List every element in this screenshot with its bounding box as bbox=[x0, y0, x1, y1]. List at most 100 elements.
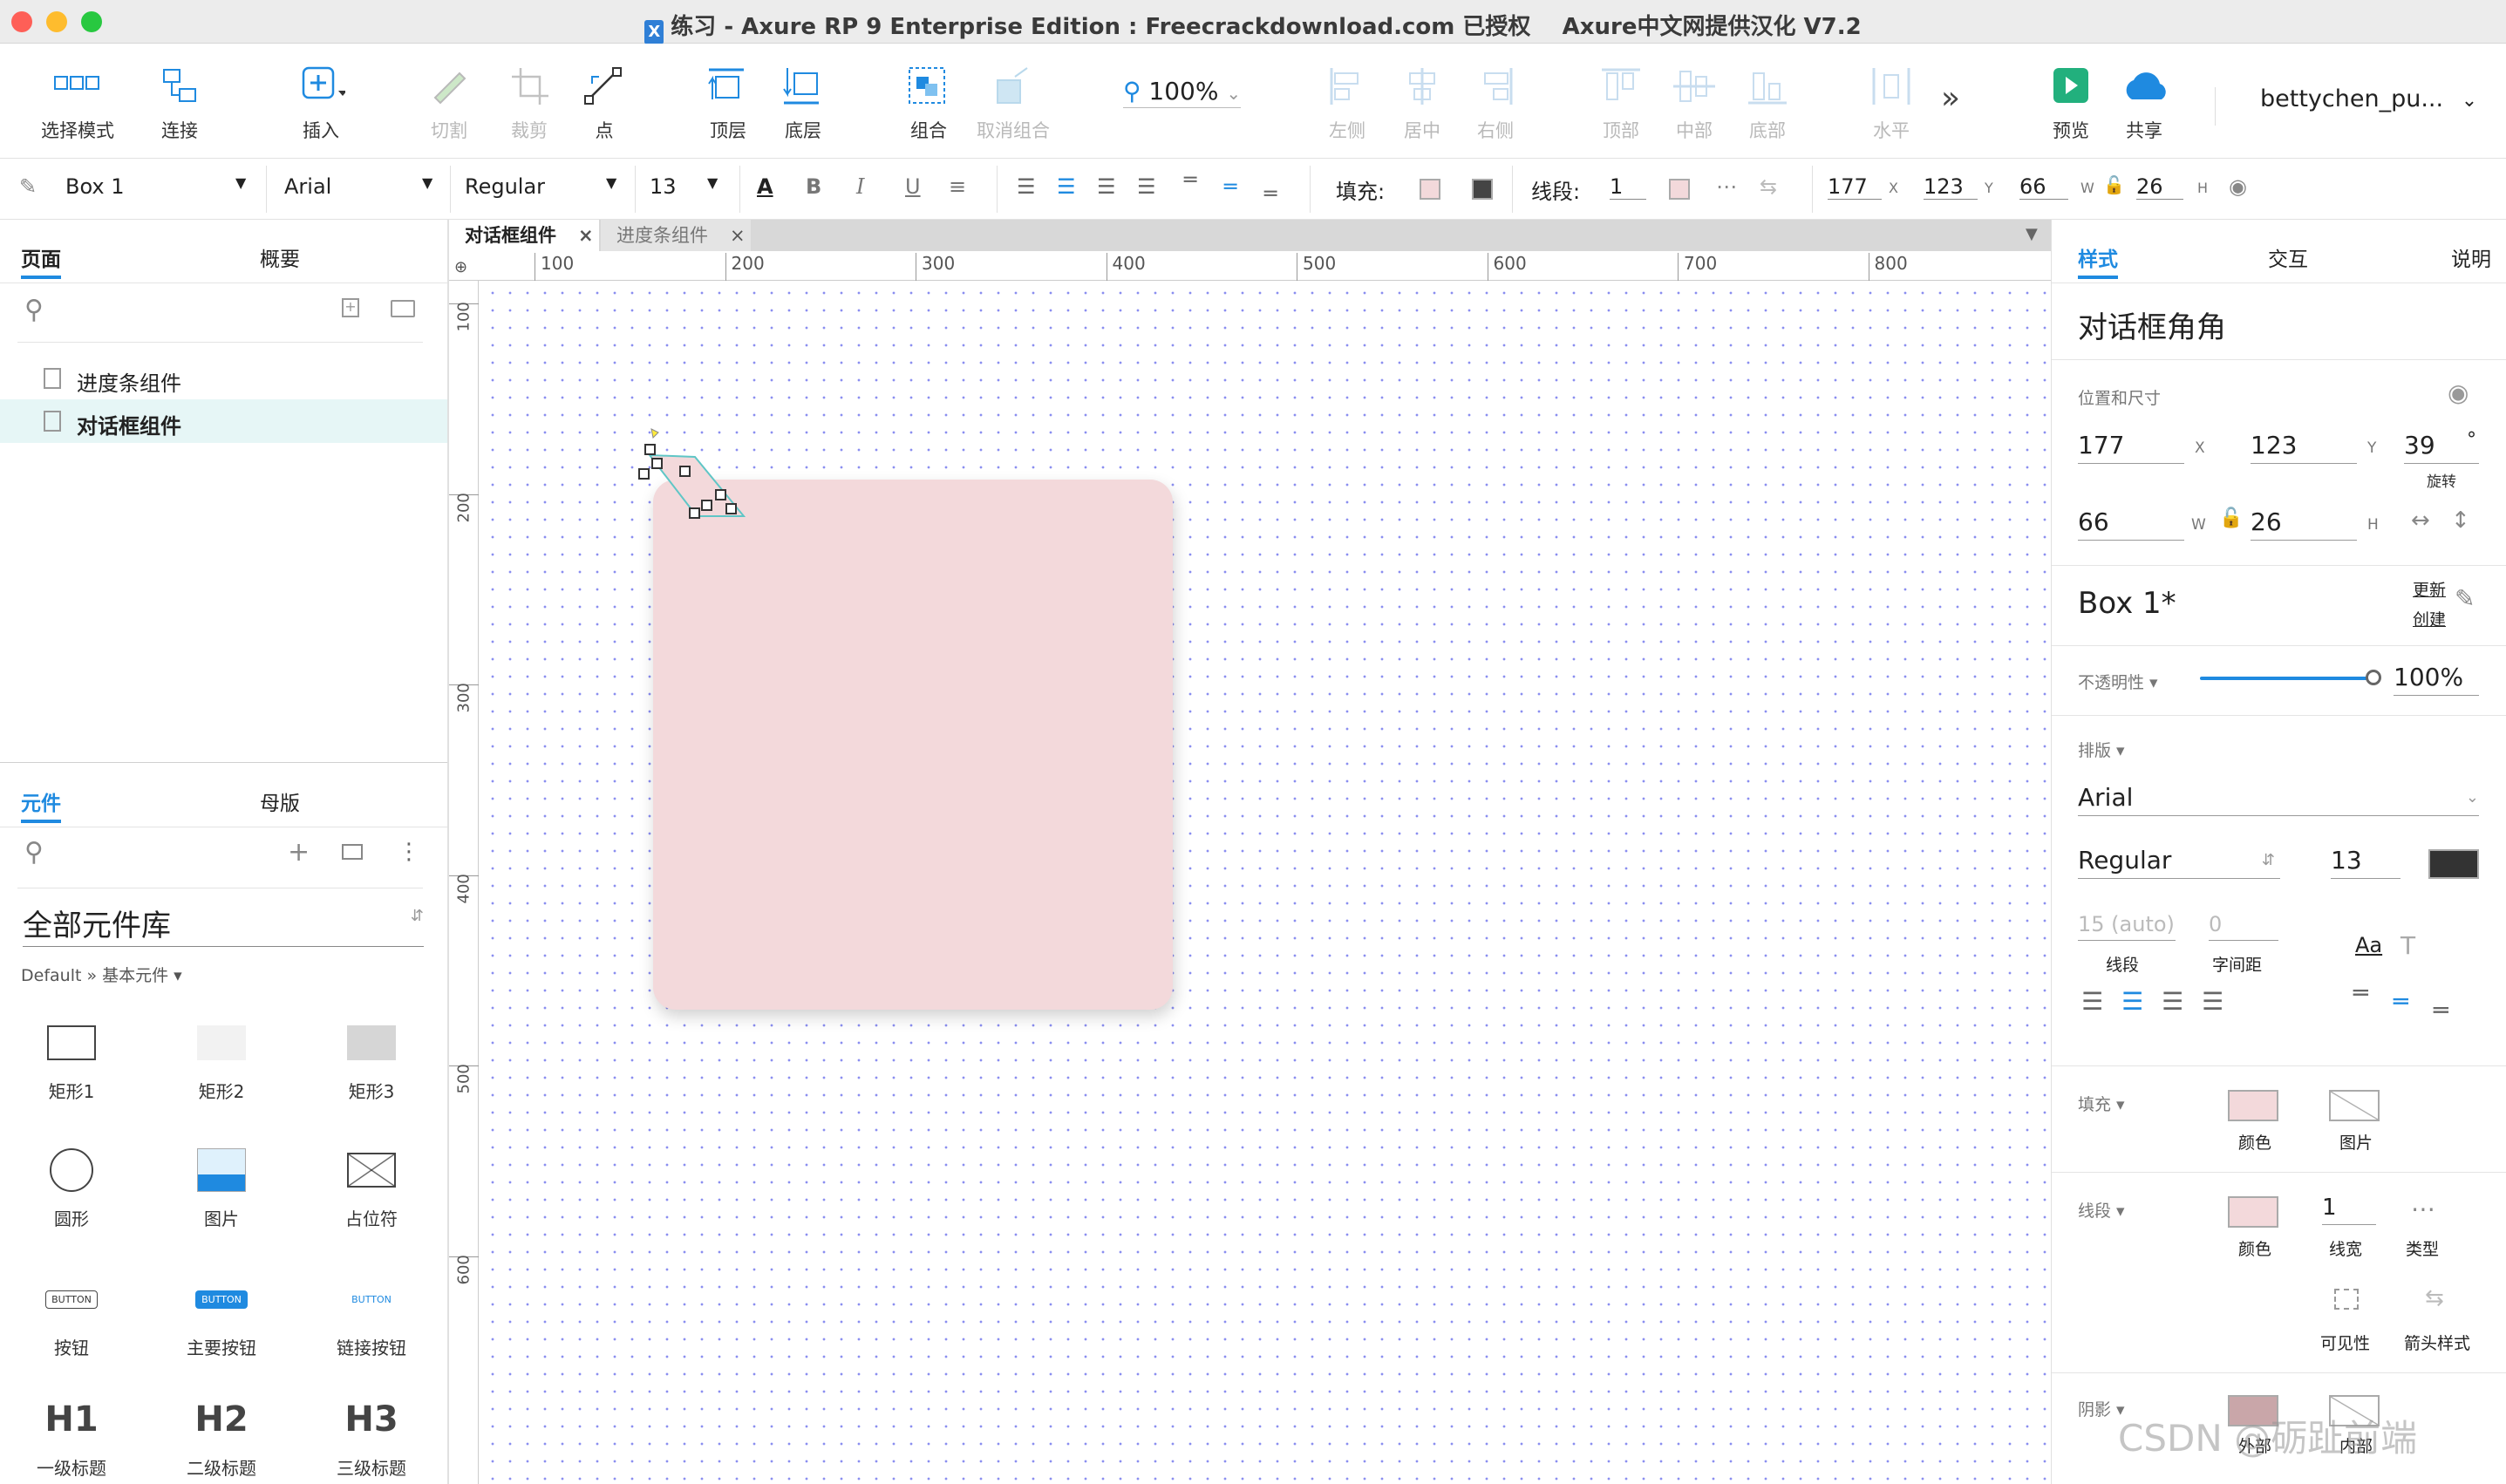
tab-progress-component[interactable]: 进度条组件 × bbox=[601, 220, 751, 251]
align-bottom-button[interactable]: 底部 bbox=[1737, 65, 1798, 143]
text-align-right-icon[interactable]: ☰ bbox=[2162, 987, 2183, 1016]
more-tools-button[interactable]: » bbox=[1941, 80, 1960, 116]
x-input[interactable]: 177 bbox=[1828, 174, 1882, 200]
more-options-icon[interactable]: ⋮ bbox=[398, 839, 420, 865]
opacity-input[interactable]: 100% bbox=[2394, 663, 2479, 696]
tab-menu-icon[interactable]: ▼ bbox=[2026, 225, 2038, 243]
update-style-link[interactable]: 更新 bbox=[2413, 577, 2446, 601]
select-mode-button[interactable]: 选择模式 bbox=[38, 65, 117, 143]
w-input[interactable]: 66 bbox=[2019, 174, 2068, 200]
text-align-left-icon[interactable]: ☰ bbox=[1017, 174, 1036, 199]
y-input[interactable]: 123 bbox=[2251, 431, 2357, 464]
border-width-input[interactable]: 1 bbox=[2322, 1195, 2376, 1225]
text-align-center-icon[interactable]: ☰ bbox=[1057, 174, 1076, 199]
widget-name-select[interactable]: Box 1 ▼ bbox=[65, 174, 257, 199]
widget-item[interactable]: H2 二级标题 bbox=[160, 1397, 283, 1480]
h-input[interactable]: 26 bbox=[2136, 174, 2183, 200]
distribute-h-button[interactable]: 水平 bbox=[1861, 65, 1922, 143]
border-type-icon[interactable]: ⋯ bbox=[2411, 1195, 2435, 1223]
shadow-swatch[interactable] bbox=[1472, 179, 1493, 200]
font-family-select[interactable]: Arial ▼ bbox=[284, 174, 441, 199]
fill-color-swatch[interactable] bbox=[1420, 179, 1440, 200]
valign-bottom-icon[interactable]: ═ bbox=[1264, 181, 1277, 206]
opacity-slider-handle[interactable] bbox=[2366, 670, 2381, 685]
text-align-center-icon[interactable]: ☰ bbox=[2121, 987, 2143, 1016]
preview-button[interactable]: 预览 bbox=[2040, 65, 2101, 143]
zoom-select[interactable]: ⚲ 100% ⌄ bbox=[1123, 77, 1242, 108]
send-bottom-button[interactable]: 底层 bbox=[773, 65, 834, 143]
font-weight-select[interactable]: Regular ⇵ bbox=[2078, 846, 2280, 879]
arrow-style-icon[interactable]: ⇆ bbox=[1760, 174, 1777, 199]
close-tab-icon[interactable]: × bbox=[578, 220, 594, 251]
visibility-eye-icon[interactable]: ◉ bbox=[2229, 174, 2247, 199]
align-center-button[interactable]: 居中 bbox=[1392, 65, 1453, 143]
font-color-swatch[interactable] bbox=[2428, 849, 2479, 879]
widget-item[interactable]: 矩形2 bbox=[160, 1020, 283, 1103]
widget-title[interactable]: 对话框角角 bbox=[2078, 303, 2226, 346]
widget-item[interactable]: H1 一级标题 bbox=[10, 1397, 133, 1480]
align-top-button[interactable]: 顶部 bbox=[1590, 65, 1651, 143]
widget-item[interactable]: 占位符 bbox=[310, 1147, 432, 1230]
lock-icon[interactable]: 🔓 bbox=[2103, 174, 2125, 195]
crosshair-icon[interactable]: ⊕ bbox=[454, 258, 467, 276]
edit-style-icon[interactable]: ✎ bbox=[2455, 584, 2475, 613]
library-breadcrumb[interactable]: Default » 基本元件 ▾ bbox=[21, 963, 182, 986]
fit-width-icon[interactable]: ↔ bbox=[2411, 507, 2430, 534]
line-type-icon[interactable]: ⋯ bbox=[1716, 174, 1737, 199]
font-color-icon[interactable]: A bbox=[757, 174, 773, 199]
tab-outline[interactable]: 概要 bbox=[260, 242, 300, 272]
fit-height-icon[interactable]: ↕ bbox=[2451, 507, 2470, 534]
font-size-select[interactable]: 13 ▼ bbox=[650, 174, 728, 199]
add-library-icon[interactable]: + bbox=[288, 837, 310, 868]
text-shadow-icon[interactable]: T bbox=[2400, 931, 2415, 960]
widget-item[interactable]: 圆形 bbox=[10, 1147, 133, 1230]
text-align-left-icon[interactable]: ☰ bbox=[2081, 987, 2103, 1016]
style-name[interactable]: Box 1* bbox=[2078, 586, 2176, 621]
insert-button[interactable]: 插入 bbox=[286, 65, 356, 143]
widget-item[interactable]: BUTTON 按钮 bbox=[10, 1276, 133, 1359]
font-size-input[interactable]: 13 bbox=[2331, 846, 2400, 879]
lock-icon[interactable]: 🔓 bbox=[2219, 507, 2243, 529]
letter-spacing-input[interactable]: 0 bbox=[2209, 912, 2278, 941]
fill-image-icon[interactable] bbox=[2329, 1090, 2380, 1121]
widget-item[interactable]: BUTTON 主要按钮 bbox=[160, 1276, 283, 1359]
h-input[interactable]: 26 bbox=[2251, 507, 2357, 541]
align-middle-button[interactable]: 中部 bbox=[1664, 65, 1725, 143]
arrow-style-icon[interactable]: ⇆ bbox=[2425, 1285, 2444, 1311]
page-item-selected[interactable]: 对话框组件 bbox=[0, 399, 447, 443]
tab-masters[interactable]: 母版 bbox=[260, 786, 300, 816]
widget-item[interactable]: BUTTON 链接按钮 bbox=[310, 1276, 432, 1359]
tab-dialog-component[interactable]: 对话框组件 × bbox=[449, 220, 599, 251]
line-width-input[interactable]: 1 bbox=[1610, 174, 1646, 200]
widget-item[interactable]: H3 三级标题 bbox=[310, 1397, 432, 1480]
underline-icon[interactable]: U bbox=[905, 174, 921, 199]
group-button[interactable]: 组合 bbox=[898, 65, 959, 143]
library-select[interactable]: 全部元件库 ⇵ bbox=[23, 902, 424, 947]
user-menu[interactable]: bettychen_pu... ⌄ bbox=[2260, 85, 2477, 112]
line-color-swatch[interactable] bbox=[1669, 179, 1690, 200]
valign-middle-icon[interactable]: ═ bbox=[1224, 174, 1236, 199]
design-canvas[interactable] bbox=[479, 281, 2051, 1484]
opacity-slider[interactable] bbox=[2200, 677, 2371, 680]
valign-top-icon[interactable]: ═ bbox=[2353, 978, 2368, 1007]
list-icon[interactable]: ≡ bbox=[949, 174, 966, 199]
widget-item[interactable]: 图片 bbox=[160, 1147, 283, 1230]
bring-top-button[interactable]: 顶层 bbox=[698, 65, 759, 143]
close-tab-icon[interactable]: × bbox=[730, 220, 746, 251]
align-left-button[interactable]: 左侧 bbox=[1317, 65, 1378, 143]
italic-icon[interactable]: I bbox=[856, 174, 864, 199]
search-icon[interactable]: ⚲ bbox=[24, 837, 44, 868]
tab-pages[interactable]: 页面 bbox=[21, 242, 61, 279]
text-case-icon[interactable]: Aa bbox=[2355, 933, 2382, 957]
valign-top-icon[interactable]: ═ bbox=[1184, 167, 1196, 192]
library-stack-icon[interactable] bbox=[342, 844, 363, 860]
tab-notes[interactable]: 说明 bbox=[2451, 242, 2491, 272]
add-page-icon[interactable]: + bbox=[342, 298, 359, 317]
page-item[interactable]: 进度条组件 bbox=[0, 359, 447, 398]
add-folder-icon[interactable] bbox=[391, 300, 415, 317]
valign-bottom-icon[interactable]: ═ bbox=[2434, 996, 2448, 1025]
tab-interactions[interactable]: 交互 bbox=[2268, 242, 2308, 272]
widget-item[interactable]: 矩形1 bbox=[10, 1020, 133, 1103]
text-justify-icon[interactable]: ☰ bbox=[2202, 987, 2223, 1016]
create-style-link[interactable]: 创建 bbox=[2413, 607, 2446, 630]
